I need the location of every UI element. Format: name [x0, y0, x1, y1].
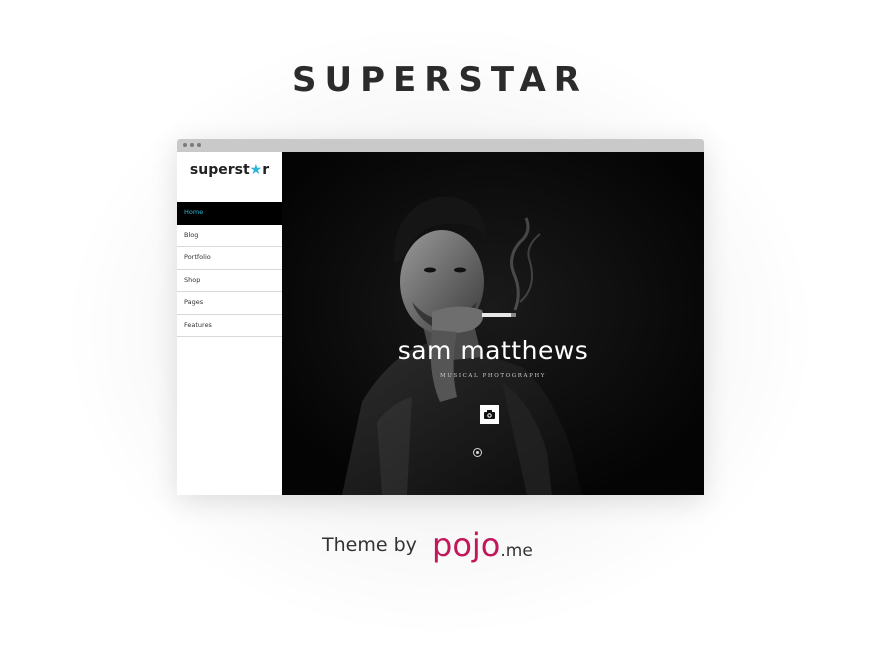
- brand-name: pojo: [432, 526, 501, 564]
- pojo-logo[interactable]: pojo.me: [432, 526, 533, 564]
- star-icon: ★: [249, 162, 263, 178]
- hero-photo: [282, 152, 704, 495]
- camera-icon: [484, 410, 495, 419]
- window-dot-icon: [197, 143, 201, 147]
- logo-tail: r: [262, 162, 270, 178]
- brand-tld: .me: [500, 541, 533, 561]
- logo-text: superst: [189, 162, 250, 178]
- theme-preview-window: superst★r Home Blog Portfolio Shop Pages…: [177, 139, 704, 495]
- credit-text: Theme by: [322, 534, 417, 556]
- hero-section: sam matthews MUSICAL PHOTOGRAPHY: [282, 152, 704, 495]
- preview-sidebar: superst★r Home Blog Portfolio Shop Pages…: [177, 152, 282, 495]
- nav-item-pages[interactable]: Pages: [177, 292, 282, 315]
- hero-tagline: MUSICAL PHOTOGRAPHY: [439, 373, 546, 379]
- page-title: SUPERSTAR: [292, 60, 588, 100]
- nav-item-shop[interactable]: Shop: [177, 270, 282, 292]
- hero-name: sam matthews: [397, 336, 589, 365]
- gallery-button[interactable]: [480, 405, 499, 424]
- nav-item-blog[interactable]: Blog: [177, 225, 282, 247]
- preview-nav: Home Blog Portfolio Shop Pages Features: [177, 202, 282, 337]
- nav-item-home[interactable]: Home: [177, 202, 282, 225]
- window-dot-icon: [183, 143, 187, 147]
- nav-item-features[interactable]: Features: [177, 315, 282, 337]
- window-dot-icon: [190, 143, 194, 147]
- nav-item-portfolio[interactable]: Portfolio: [177, 247, 282, 270]
- scroll-down-icon[interactable]: [473, 448, 482, 457]
- browser-chrome: [177, 139, 704, 152]
- preview-logo[interactable]: superst★r: [177, 162, 282, 178]
